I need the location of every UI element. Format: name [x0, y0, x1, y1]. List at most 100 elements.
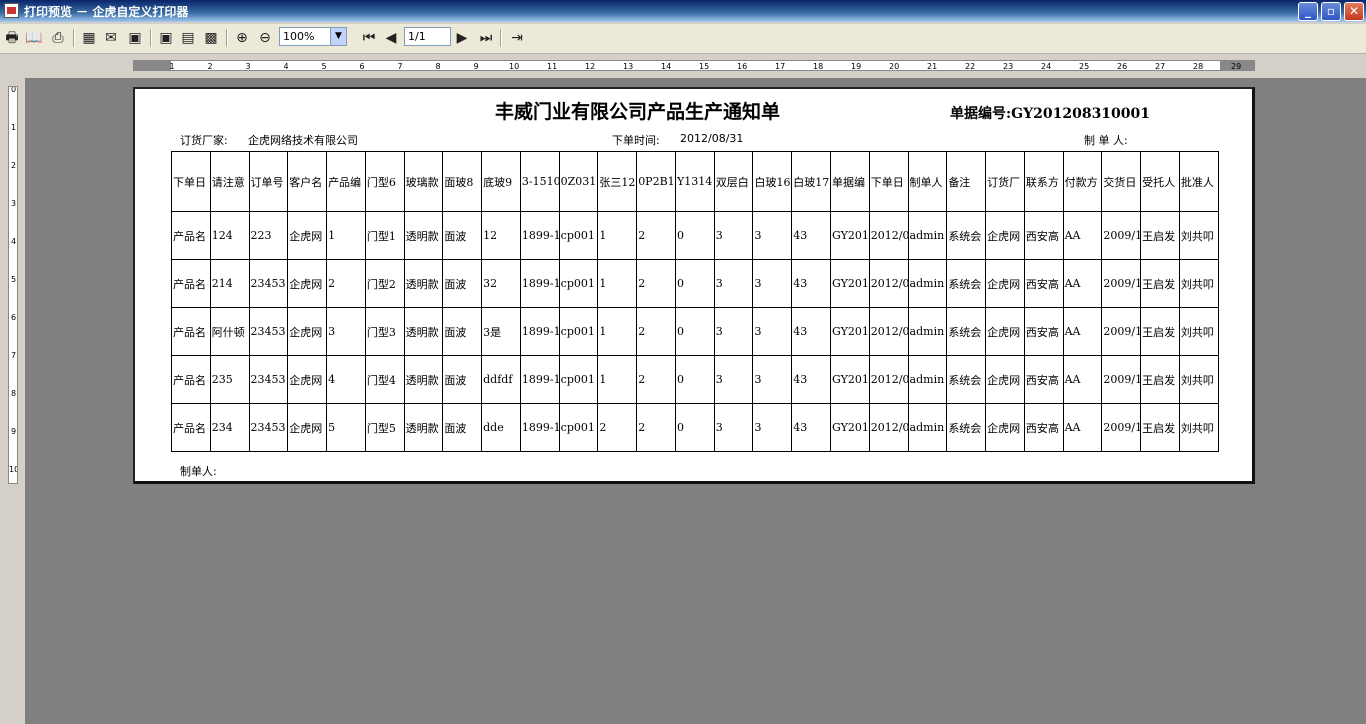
table-cell: 0 — [674, 355, 715, 404]
table-cell: 西安高 — [1023, 355, 1064, 404]
zoom-value: 100% — [283, 30, 315, 43]
table-cell: 214 — [209, 259, 250, 308]
table-cell: 1899-1 — [519, 307, 560, 356]
column-header: 玻璃款 — [403, 151, 444, 212]
table-cell: 4 — [326, 355, 366, 404]
table-cell: 2009/1 — [1101, 307, 1142, 356]
table-cell: 0 — [674, 403, 715, 452]
table-cell: 企虎网 — [985, 355, 1025, 404]
table-row: 产品名 235 23453 企虎网 4 门型4 透明款 面波 ddfdf 1899-1 cp001 1… — [171, 355, 1220, 404]
maximize-button[interactable]: ▫ — [1321, 2, 1341, 21]
table-cell: 系统会 — [946, 355, 987, 404]
column-header: 3-1510 — [519, 151, 560, 212]
table-cell: 2009/1 — [1101, 355, 1142, 404]
table-cell: 43 — [791, 259, 832, 308]
table-cell: 西安高 — [1023, 259, 1064, 308]
table-cell: 企虎网 — [985, 403, 1025, 452]
ruler-tick: 7 — [397, 62, 403, 71]
table-cell: 223 — [248, 211, 289, 260]
table-cell: 面波 — [442, 307, 483, 356]
table-cell: 企虎网 — [985, 307, 1025, 356]
mail-icon[interactable]: ✉ — [101, 28, 121, 48]
column-header: 面玻8 — [442, 151, 483, 212]
ruler-tick: 17 — [775, 62, 786, 71]
table-cell: 西安高 — [1023, 403, 1064, 452]
book-icon[interactable]: 📖 — [24, 28, 44, 48]
table-cell: 2 — [636, 307, 676, 356]
exit-icon[interactable]: ⇥ — [507, 28, 527, 48]
column-header: 交货日 — [1101, 151, 1142, 212]
ruler-tick: 8 — [10, 389, 17, 398]
table-cell: 3 — [326, 307, 366, 356]
table-cell: cp001 — [558, 403, 599, 452]
close-button[interactable]: ✕ — [1344, 2, 1364, 21]
column-header: 门型6 — [364, 151, 405, 212]
order-time-value: 2012/08/31 — [680, 132, 744, 145]
table-cell: 王启发 — [1140, 307, 1180, 356]
ruler-tick: 13 — [623, 62, 634, 71]
ruler-tick: 15 — [699, 62, 710, 71]
column-header: 备注 — [946, 151, 987, 212]
minimize-button[interactable]: _ — [1298, 2, 1318, 21]
prev-page-icon[interactable]: ◀ — [381, 28, 401, 48]
save-icon[interactable]: ▣ — [125, 28, 145, 48]
table-cell: 透明款 — [403, 403, 444, 452]
ruler-tick: 20 — [889, 62, 900, 71]
table-cell: dde — [481, 403, 521, 452]
printer-setup-icon[interactable]: ⎙ — [48, 28, 68, 48]
table-cell: 32 — [481, 259, 521, 308]
table-cell: 3 — [713, 403, 754, 452]
ruler-tick: 24 — [1041, 62, 1052, 71]
ruler-tick: 12 — [585, 62, 596, 71]
table-cell: 23453 — [248, 307, 289, 356]
table-cell: 刘共叩 — [1178, 355, 1220, 404]
vertical-ruler: 0 1 2 3 4 5 6 7 8 9 10 — [8, 86, 18, 484]
ruler-tick: 0 — [10, 86, 17, 94]
column-header: Y1314 — [674, 151, 715, 212]
page-input[interactable]: 1/1 — [404, 27, 451, 46]
table-cell: GY2012 — [830, 307, 870, 356]
zoom-out-icon[interactable]: ⊖ — [255, 28, 275, 48]
table-cell: 面波 — [442, 355, 483, 404]
column-header: 批准人 — [1178, 151, 1220, 212]
table-cell: 王启发 — [1140, 211, 1180, 260]
ruler-tick: 6 — [359, 62, 365, 71]
single-page-icon[interactable]: ▤ — [178, 28, 198, 48]
next-page-icon[interactable]: ▶ — [452, 28, 472, 48]
ruler-tick: 19 — [851, 62, 862, 71]
table-cell: 门型2 — [364, 259, 405, 308]
first-page-icon[interactable]: ⏮ — [359, 28, 379, 48]
ruler-tick: 18 — [813, 62, 824, 71]
save-layout-icon[interactable]: ▣ — [156, 28, 176, 48]
table-cell: 王启发 — [1140, 403, 1180, 452]
column-header: 白玻16 — [752, 151, 793, 212]
table-cell: 王启发 — [1140, 259, 1180, 308]
chevron-down-icon[interactable]: ▼ — [330, 28, 346, 45]
table-cell: 透明款 — [403, 355, 444, 404]
ruler-tick: 4 — [10, 237, 17, 246]
table-cell: 透明款 — [403, 211, 444, 260]
data-table: 下单日请注意订单号客户名产品编门型6玻璃款面玻8底玻93-15100Z0315张… — [171, 151, 1220, 452]
table-cell: 0 — [674, 307, 715, 356]
table-cell: 门型4 — [364, 355, 405, 404]
table-cell: 1 — [597, 355, 638, 404]
column-header: 单据编 — [830, 151, 870, 212]
table-cell: 1 — [597, 259, 638, 308]
last-page-icon[interactable]: ⏭ — [476, 28, 496, 48]
multi-page-icon[interactable]: ▩ — [201, 28, 221, 48]
zoom-in-icon[interactable]: ⊕ — [232, 28, 252, 48]
table-cell: 3是 — [481, 307, 521, 356]
table-cell: 0 — [674, 211, 715, 260]
table-cell: 3 — [713, 211, 754, 260]
document-number: 单据编号:GY201208310001 — [950, 106, 1151, 122]
ruler-tick: 2 — [10, 161, 17, 170]
table-cell: cp001 — [558, 259, 599, 308]
column-header: 请注意 — [209, 151, 250, 212]
table-cell: 透明款 — [403, 307, 444, 356]
page-setup-icon[interactable]: ▦ — [79, 28, 99, 48]
vendor-value: 企虎网络技术有限公司 — [248, 134, 358, 147]
print-icon[interactable]: 🖶 — [2, 28, 22, 48]
zoom-select[interactable]: 100% ▼ — [279, 27, 347, 46]
table-cell: 系统会 — [946, 307, 987, 356]
table-cell: 2 — [636, 403, 676, 452]
